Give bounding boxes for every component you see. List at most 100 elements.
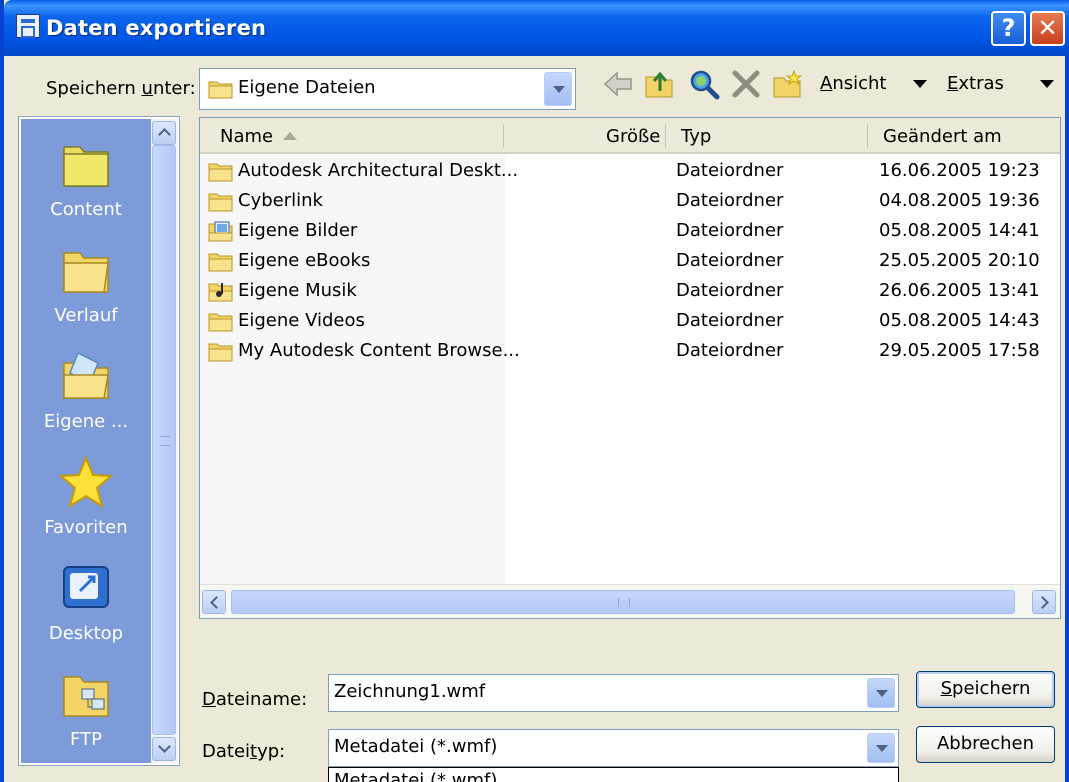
- place-label: Content: [50, 199, 122, 220]
- column-header-size[interactable]: Größe: [606, 126, 660, 147]
- file-row[interactable]: Eigene eBooks Dateiordner 25.05.2005 20:…: [200, 247, 1060, 277]
- save-in-dropdown[interactable]: Eigene Dateien: [199, 68, 576, 110]
- file-modified: 05.08.2005 14:43: [879, 310, 1040, 331]
- scroll-down-icon[interactable]: [152, 737, 176, 761]
- scroll-up-icon[interactable]: [152, 121, 176, 145]
- file-type: Dateiordner: [676, 220, 784, 241]
- tools-menu-arrow-icon[interactable]: [1040, 80, 1054, 88]
- places-scroll-thumb[interactable]: [152, 145, 176, 735]
- tools-menu[interactable]: Extras: [947, 73, 1004, 94]
- file-row[interactable]: Cyberlink Dateiordner 04.08.2005 19:36: [200, 187, 1060, 217]
- title-bar[interactable]: Daten exportieren ? ✕: [4, 0, 1069, 56]
- place-label: Desktop: [48, 623, 124, 644]
- up-folder-icon[interactable]: [642, 66, 678, 102]
- new-folder-icon[interactable]: [770, 66, 806, 102]
- export-dialog: Daten exportieren ? ✕ Speichern unter: E…: [0, 0, 1069, 782]
- file-name: Eigene Videos: [238, 310, 365, 331]
- chevron-down-icon[interactable]: [544, 72, 572, 106]
- scroll-right-icon[interactable]: [1032, 590, 1056, 614]
- place-label: Verlauf: [54, 305, 118, 326]
- file-name: My Autodesk Content Browse...: [238, 340, 520, 361]
- file-name: Cyberlink: [238, 190, 323, 211]
- history-folder-icon: [58, 243, 114, 299]
- ftp-icon: [58, 667, 114, 723]
- star-icon: [58, 455, 114, 511]
- filetype-dropdown-list[interactable]: Metadatei (*.wmf): [328, 767, 899, 782]
- file-type: Dateiordner: [676, 190, 784, 211]
- file-name: Autodesk Architectural Deskt...: [238, 160, 519, 181]
- file-type: Dateiordner: [676, 280, 784, 301]
- filetype-value: Metadatei (*.wmf): [334, 736, 498, 757]
- folder-icon: [208, 163, 233, 182]
- chevron-down-icon[interactable]: [867, 678, 895, 708]
- place-my-documents[interactable]: Eigene ...: [21, 349, 151, 432]
- folder-icon: [208, 343, 233, 362]
- column-divider[interactable]: [503, 124, 504, 148]
- place-label: Eigene ...: [43, 411, 129, 432]
- file-modified: 26.06.2005 13:41: [879, 280, 1040, 301]
- file-modified: 05.08.2005 14:41: [879, 220, 1040, 241]
- file-modified: 25.05.2005 20:10: [879, 250, 1040, 271]
- file-row[interactable]: My Autodesk Content Browse... Dateiordne…: [200, 337, 1060, 367]
- file-row[interactable]: Eigene Musik Dateiordner 26.06.2005 13:4…: [200, 277, 1060, 307]
- file-name: Eigene Musik: [238, 280, 357, 301]
- place-ftp[interactable]: FTP: [21, 667, 151, 750]
- folder-icon: [208, 193, 233, 212]
- help-button[interactable]: ?: [991, 11, 1026, 46]
- file-modified: 16.06.2005 19:23: [879, 160, 1040, 181]
- close-button[interactable]: ✕: [1030, 11, 1065, 46]
- chevron-down-icon[interactable]: [867, 733, 895, 763]
- view-menu[interactable]: Ansicht: [820, 73, 886, 94]
- places-scrollbar[interactable]: [151, 119, 177, 763]
- column-header-modified[interactable]: Geändert am: [883, 126, 1002, 147]
- place-favorites[interactable]: Favoriten: [21, 455, 151, 538]
- filename-label: Dateiname:: [202, 689, 308, 710]
- place-label: Favoriten: [44, 517, 128, 538]
- file-row[interactable]: Autodesk Architectural Deskt... Dateiord…: [200, 157, 1060, 187]
- file-name: Eigene Bilder: [238, 220, 358, 241]
- file-type: Dateiordner: [676, 310, 784, 331]
- my-documents-icon: [58, 349, 114, 405]
- music-folder-icon: [208, 283, 233, 302]
- window-title: Daten exportieren: [46, 16, 267, 40]
- search-web-icon[interactable]: [686, 66, 722, 102]
- file-type: Dateiordner: [676, 160, 784, 181]
- folder-icon: [208, 253, 233, 272]
- pictures-folder-icon: [208, 221, 233, 242]
- filetype-label: Dateityp:: [202, 741, 286, 762]
- sort-ascending-icon: [283, 132, 297, 140]
- file-modified: 29.05.2005 17:58: [879, 340, 1040, 361]
- save-in-value: Eigene Dateien: [238, 77, 376, 98]
- save-button[interactable]: Speichern: [916, 671, 1055, 708]
- file-modified: 04.08.2005 19:36: [879, 190, 1040, 211]
- cancel-button[interactable]: Abbrechen: [916, 726, 1055, 763]
- desktop-icon: [58, 561, 114, 617]
- view-menu-arrow-icon[interactable]: [913, 80, 927, 88]
- column-header-type[interactable]: Typ: [681, 126, 711, 147]
- horizontal-scroll-thumb[interactable]: [231, 590, 1015, 614]
- place-content[interactable]: Content: [21, 137, 151, 220]
- folder-icon: [208, 313, 233, 332]
- horizontal-scrollbar[interactable]: [200, 584, 1060, 618]
- file-list[interactable]: Name Größe Typ Geändert am Autodesk Arch…: [199, 117, 1061, 619]
- filename-value[interactable]: Zeichnung1.wmf: [334, 681, 485, 702]
- filename-input[interactable]: Zeichnung1.wmf: [328, 674, 899, 712]
- folder-icon: [208, 81, 233, 99]
- column-divider[interactable]: [665, 124, 666, 148]
- column-divider[interactable]: [867, 124, 868, 148]
- place-history[interactable]: Verlauf: [21, 243, 151, 326]
- back-arrow-icon[interactable]: [600, 66, 636, 102]
- filetype-option[interactable]: Metadatei (*.wmf): [334, 770, 497, 782]
- file-row[interactable]: Eigene Videos Dateiordner 05.08.2005 14:…: [200, 307, 1060, 337]
- scroll-left-icon[interactable]: [202, 590, 226, 614]
- file-row[interactable]: Eigene Bilder Dateiordner 05.08.2005 14:…: [200, 217, 1060, 247]
- save-in-label: Speichern unter:: [46, 78, 196, 99]
- app-window-icon: [16, 14, 40, 38]
- filetype-select[interactable]: Metadatei (*.wmf): [328, 729, 899, 767]
- delete-icon[interactable]: [728, 66, 764, 102]
- place-desktop[interactable]: Desktop: [21, 561, 151, 644]
- column-header-name[interactable]: Name: [220, 126, 273, 147]
- folder-icon: [58, 137, 114, 193]
- place-label: FTP: [70, 729, 102, 750]
- places-bar: Content Verlauf Eigene ... Favoriten Des…: [18, 116, 180, 766]
